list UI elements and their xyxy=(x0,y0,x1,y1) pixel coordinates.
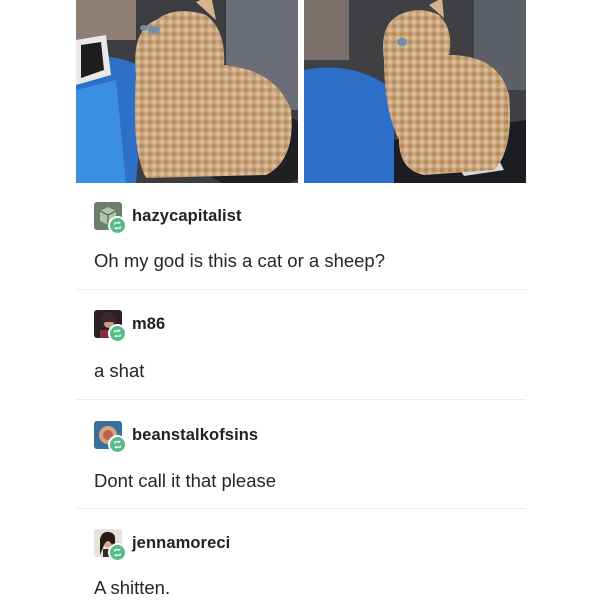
entry-text: Oh my god is this a cat or a sheep? xyxy=(94,250,386,271)
reblog-icon xyxy=(108,543,127,562)
reblog-icon xyxy=(108,324,127,343)
entry-username[interactable]: m86 xyxy=(132,315,165,334)
entry-username[interactable]: beanstalkofsins xyxy=(132,426,258,445)
entry-header: m86 xyxy=(94,309,165,343)
avatar[interactable] xyxy=(94,202,127,235)
reblog-entry: beanstalkofsins Dont call it that please xyxy=(76,420,526,508)
entry-text: A shitten. xyxy=(94,577,171,598)
avatar[interactable] xyxy=(94,310,127,343)
divider xyxy=(76,508,526,509)
entry-header: hazycapitalist xyxy=(94,201,242,235)
entry-username[interactable]: hazycapitalist xyxy=(132,207,242,226)
divider xyxy=(76,289,526,290)
reblog-entry: jennamoreci A shitten. xyxy=(76,528,526,600)
entry-header: beanstalkofsins xyxy=(94,420,258,454)
avatar[interactable] xyxy=(94,529,127,562)
divider xyxy=(76,399,526,400)
reblog-entry: hazycapitalist Oh my god is this a cat o… xyxy=(76,201,526,289)
kitten-photo-right[interactable] xyxy=(304,0,526,183)
entry-username[interactable]: jennamoreci xyxy=(132,534,230,553)
entry-text: a shat xyxy=(94,360,145,381)
reblog-entry: m86 a shat xyxy=(76,309,526,397)
kitten-photo-left[interactable] xyxy=(76,0,298,183)
reblog-icon xyxy=(108,216,127,235)
reblog-icon xyxy=(108,435,127,454)
avatar[interactable] xyxy=(94,421,127,454)
tumblr-post: hazycapitalist Oh my god is this a cat o… xyxy=(76,0,526,600)
photo-set xyxy=(76,0,526,183)
entry-header: jennamoreci xyxy=(94,528,230,562)
entry-text: Dont call it that please xyxy=(94,470,277,491)
